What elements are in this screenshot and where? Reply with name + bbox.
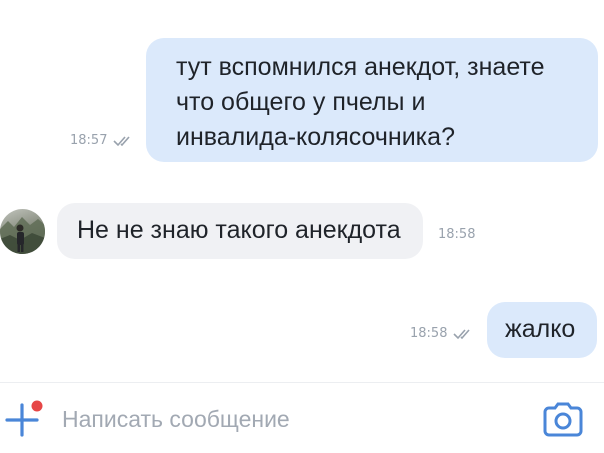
avatar[interactable] xyxy=(0,209,45,254)
camera-icon xyxy=(543,402,583,437)
outgoing-message[interactable]: тут вспомнился анекдот, знаете что общег… xyxy=(146,38,598,162)
double-check-icon xyxy=(113,135,131,146)
attach-button[interactable] xyxy=(4,397,48,441)
message-text: тут вспомнился анекдот, знаете что общег… xyxy=(176,53,545,151)
avatar-photo xyxy=(0,217,45,254)
message-text: жалко xyxy=(505,315,576,343)
message-text: Не не знаю такого анекдота xyxy=(77,216,401,244)
message-time: 18:57 xyxy=(70,133,108,148)
plus-icon xyxy=(5,400,43,437)
message-input[interactable] xyxy=(62,401,512,437)
message-list[interactable]: тут вспомнился анекдот, знаете что общег… xyxy=(0,0,604,382)
outgoing-message[interactable]: жалко xyxy=(487,302,597,358)
message-meta: 18:58 xyxy=(410,326,475,341)
message-time: 18:58 xyxy=(410,326,448,341)
incoming-message[interactable]: Не не знаю такого анекдота xyxy=(57,203,423,259)
message-meta: 18:58 xyxy=(438,227,475,242)
camera-button[interactable] xyxy=(542,399,584,439)
red-dot-icon xyxy=(31,400,43,412)
message-meta: 18:57 xyxy=(70,133,135,148)
double-check-icon xyxy=(453,328,471,339)
message-time: 18:58 xyxy=(438,227,476,242)
message-composer xyxy=(0,382,604,453)
